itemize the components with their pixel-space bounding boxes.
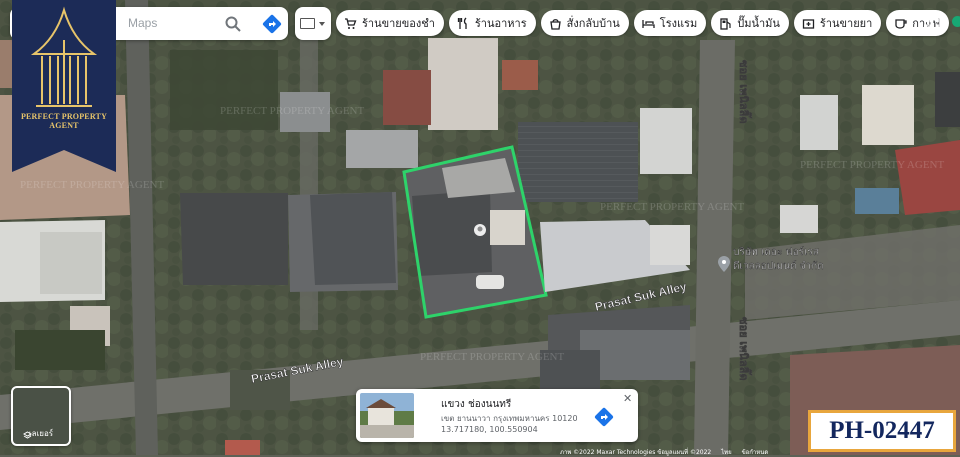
account-avatar[interactable]	[952, 16, 960, 27]
chip-hotels[interactable]: โรงแรม	[633, 10, 707, 36]
gas-station-icon	[720, 17, 731, 30]
brand-name: PERFECT PROPERTY AGENT	[20, 112, 108, 130]
restaurant-icon	[457, 17, 467, 29]
watermark: PERFECT PROPERTY AGENT	[220, 105, 364, 117]
listing-code: PH-02447	[808, 410, 956, 452]
poi-label[interactable]: บริษัท เดอะ ฟอร์เรส	[733, 246, 819, 258]
chip-takeout[interactable]: สั่งกลับบ้าน	[540, 10, 629, 36]
search-input[interactable]: Maps	[128, 16, 157, 30]
directions-icon[interactable]	[262, 14, 282, 34]
chip-label: สั่งกลับบ้าน	[566, 17, 620, 30]
hotel-icon	[642, 19, 655, 28]
poi-label[interactable]: ดีเวลลอปเมนต์ จำกัด	[733, 260, 824, 272]
chip-label: ร้านขายยา	[819, 17, 873, 30]
chip-label: ร้านขายของชำ	[362, 17, 435, 30]
keyboard-icon	[300, 18, 315, 29]
chip-pharmacy[interactable]: ร้านขายยา	[793, 10, 882, 36]
coffee-icon	[895, 18, 907, 29]
chip-label: โรงแรม	[659, 17, 698, 30]
watermark: PERFECT PROPERTY AGENT	[600, 201, 744, 213]
search-icon[interactable]	[224, 15, 242, 33]
watermark: PERFECT PROPERTY AGENT	[800, 159, 944, 171]
cart-icon	[345, 17, 357, 29]
street-label: ซอย เพนิลลิ๊ด	[737, 317, 752, 381]
place-subdistrict: แขวง ช่องนนทรี	[441, 399, 512, 410]
watermark: PERFECT PROPERTY AGENT	[20, 179, 164, 191]
place-card[interactable]: แขวง ช่องนนทรี เขต ยานนาวา กรุงเทพมหานคร…	[356, 389, 638, 442]
chip-label: ร้านอาหาร	[474, 17, 527, 30]
chip-coffee[interactable]: กาแฟ	[886, 10, 950, 36]
directions-icon[interactable]	[593, 406, 615, 428]
chip-restaurants[interactable]: ร้านอาหาร	[448, 10, 536, 36]
place-photo[interactable]	[360, 393, 414, 438]
place-coordinates: 13.717180, 100.550904	[441, 425, 538, 434]
satellite-map[interactable]: Prasat Suk Alley Prasat Suk Alley ซอย เพ…	[0, 0, 960, 455]
input-tools-button[interactable]	[295, 7, 331, 40]
layers-label: เลเยอร์	[28, 429, 54, 438]
close-icon[interactable]: ✕	[623, 392, 632, 405]
map-attribution: ภาพ ©2022 Maxar Technologies ข้อมูลแผนที…	[560, 447, 768, 457]
place-address: เขต ยานนาวา กรุงเทพมหานคร 10120	[441, 414, 578, 423]
street-label: ซอย เพนิลลิ๊ด	[737, 60, 752, 124]
apps-grid-icon[interactable]	[924, 13, 939, 28]
chip-gas[interactable]: ปั๊มน้ำมัน	[711, 10, 789, 36]
pharmacy-icon	[802, 18, 815, 29]
layers-button[interactable]: เลเยอร์	[11, 386, 71, 446]
chevron-down-icon	[319, 22, 325, 26]
takeout-icon	[549, 18, 561, 30]
category-chips: ร้านขายของชำ ร้านอาหาร สั่งกลับบ้าน โรงแ…	[336, 10, 950, 36]
chip-groceries[interactable]: ร้านขายของชำ	[336, 10, 444, 36]
watermark: PERFECT PROPERTY AGENT	[420, 351, 564, 363]
chip-label: ปั๊มน้ำมัน	[737, 17, 780, 30]
brand-logo	[12, 0, 116, 172]
